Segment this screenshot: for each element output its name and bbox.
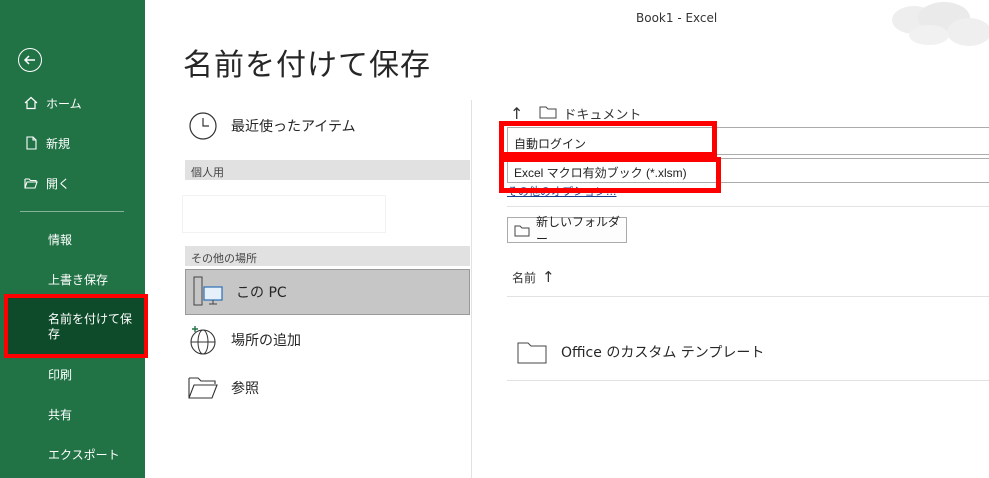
folder-icon <box>539 105 557 123</box>
open-folder-icon <box>24 176 38 190</box>
personal-account-slot[interactable] <box>182 195 386 233</box>
filetype-highlight-box <box>499 157 721 193</box>
nav-separator <box>20 211 124 212</box>
file-list-item-name: Office のカスタム テンプレート <box>561 345 765 361</box>
sort-ascending-icon: ↑ <box>542 268 555 286</box>
location-this-pc-label: この PC <box>236 285 287 301</box>
location-recent-label: 最近使ったアイテム <box>231 119 356 135</box>
nav-new[interactable]: 新規 <box>0 125 145 161</box>
nav-home[interactable]: ホーム <box>0 85 145 121</box>
location-browse[interactable]: 参照 <box>185 370 259 406</box>
nav-save[interactable]: 上書き保存 <box>0 261 145 297</box>
folder-icon <box>517 340 547 364</box>
location-add-place[interactable]: 場所の追加 <box>185 322 301 358</box>
personal-section-header: 個人用 <box>185 160 470 180</box>
computer-icon <box>190 274 226 310</box>
other-places-section-header: その他の場所 <box>185 246 470 266</box>
nav-info-label: 情報 <box>48 232 73 247</box>
nav-home-label: ホーム <box>46 96 82 111</box>
back-arrow-icon[interactable] <box>18 48 42 72</box>
name-column-header[interactable]: 名前 ↑ <box>512 268 555 286</box>
folder-open-icon <box>185 370 221 406</box>
nav-share[interactable]: 共有 <box>0 396 145 432</box>
backstage-sidebar: ホーム 新規 開く 情報 上書き保存 印刷 共有 エクスポート <box>0 0 145 478</box>
location-add-place-label: 場所の追加 <box>231 333 301 349</box>
location-this-pc[interactable]: この PC <box>185 269 470 315</box>
options-divider <box>507 206 989 207</box>
nav-save-as-label: 名前を付けて保存 <box>48 312 133 341</box>
home-icon <box>24 96 38 110</box>
nav-print-label: 印刷 <box>48 367 73 382</box>
nav-open[interactable]: 開く <box>0 165 145 201</box>
nav-export[interactable]: エクスポート <box>0 436 145 472</box>
header-divider <box>507 296 989 297</box>
filename-highlight-box <box>499 121 717 157</box>
window-title: Book1 - Excel <box>636 11 718 25</box>
column-divider <box>471 100 472 478</box>
file-list-item[interactable]: Office のカスタム テンプレート <box>517 340 764 364</box>
cloud-decoration-icon <box>892 2 989 46</box>
new-folder-button[interactable]: 新しいフォルダー <box>507 215 627 246</box>
location-recent[interactable]: 最近使ったアイテム <box>185 108 356 144</box>
nav-save-label: 上書き保存 <box>48 272 109 287</box>
globe-add-icon <box>185 322 221 358</box>
nav-export-label: エクスポート <box>48 447 120 462</box>
nav-save-as[interactable]: 名前を付けて保存 <box>8 298 144 354</box>
nav-open-label: 開く <box>46 176 71 191</box>
nav-print[interactable]: 印刷 <box>0 356 145 392</box>
name-column-label: 名前 <box>512 270 537 285</box>
file-row-divider <box>507 380 989 381</box>
clock-icon <box>185 108 221 144</box>
new-folder-icon <box>514 224 530 237</box>
new-folder-label: 新しいフォルダー <box>536 215 621 246</box>
new-file-icon <box>24 136 38 150</box>
nav-share-label: 共有 <box>48 407 73 422</box>
page-title: 名前を付けて保存 <box>183 48 431 83</box>
nav-save-as-highlight: 名前を付けて保存 <box>4 294 148 358</box>
nav-info[interactable]: 情報 <box>0 221 145 257</box>
location-browse-label: 参照 <box>231 381 259 397</box>
nav-new-label: 新規 <box>46 136 71 151</box>
